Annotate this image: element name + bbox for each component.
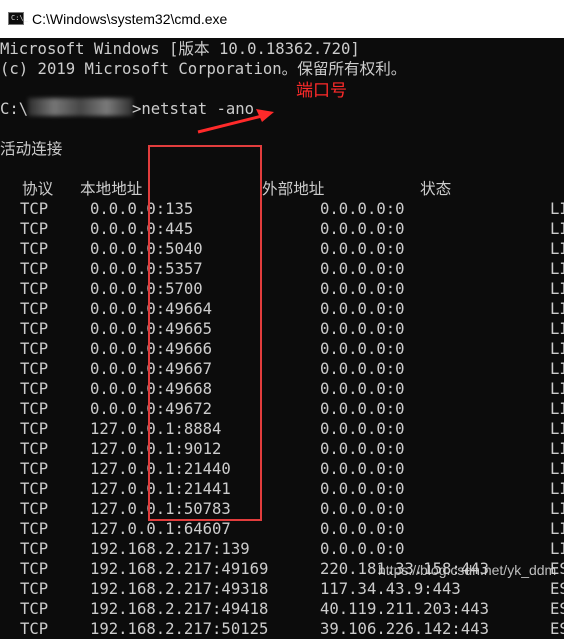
local-address-cell: 192.168.2.217:49169 <box>90 560 269 578</box>
proto-cell: TCP <box>20 480 49 498</box>
banner-line-1: Microsoft Windows [版本 10.0.18362.720] <box>0 40 360 58</box>
foreign-address-cell: 0.0.0.0:0 <box>320 260 405 278</box>
state-cell: LI <box>550 380 564 398</box>
proto-cell: TCP <box>20 240 49 258</box>
state-cell: LI <box>550 360 564 378</box>
header-local-address: 本地地址 <box>80 180 143 198</box>
proto-cell: TCP <box>20 460 49 478</box>
proto-cell: TCP <box>20 380 49 398</box>
foreign-address-cell: 0.0.0.0:0 <box>320 540 405 558</box>
state-cell: ES <box>550 580 564 598</box>
section-title: 活动连接 <box>0 140 63 158</box>
proto-cell: TCP <box>20 200 49 218</box>
foreign-address-cell: 0.0.0.0:0 <box>320 460 405 478</box>
foreign-address-cell: 0.0.0.0:0 <box>320 380 405 398</box>
header-proto: 协议 <box>22 180 54 198</box>
arrow-icon <box>197 109 274 134</box>
foreign-address-cell: 0.0.0.0:0 <box>320 480 405 498</box>
proto-cell: TCP <box>20 520 49 538</box>
foreign-address-cell: 0.0.0.0:0 <box>320 240 405 258</box>
local-address-cell: 127.0.0.1:64607 <box>90 520 231 538</box>
proto-cell: TCP <box>20 500 49 518</box>
state-cell: LI <box>550 500 564 518</box>
state-cell: LI <box>550 200 564 218</box>
state-cell: LI <box>550 320 564 338</box>
prompt-prefix: C:\ <box>0 100 29 118</box>
title-bar[interactable]: C:\_ C:\Windows\system32\cmd.exe <box>0 0 564 38</box>
state-cell: LI <box>550 460 564 478</box>
state-cell: LI <box>550 520 564 538</box>
redacted-path <box>28 98 133 116</box>
foreign-address-cell: 0.0.0.0:0 <box>320 360 405 378</box>
local-address-cell: 192.168.2.217:49418 <box>90 600 269 618</box>
proto-cell: TCP <box>20 340 49 358</box>
proto-cell: TCP <box>20 440 49 458</box>
port-annotation-label: 端口号 <box>296 81 347 101</box>
foreign-address-cell: 40.119.211.203:443 <box>320 600 489 618</box>
proto-cell: TCP <box>20 600 49 618</box>
state-cell: LI <box>550 220 564 238</box>
foreign-address-cell: 0.0.0.0:0 <box>320 300 405 318</box>
state-cell: LI <box>550 440 564 458</box>
proto-cell: TCP <box>20 360 49 378</box>
proto-cell: TCP <box>20 300 49 318</box>
proto-cell: TCP <box>20 220 49 238</box>
proto-cell: TCP <box>20 560 49 578</box>
foreign-address-cell: 0.0.0.0:0 <box>320 520 405 538</box>
foreign-address-cell: 0.0.0.0:0 <box>320 320 405 338</box>
watermark: https://blog.csdn.net/yk_ddm <box>378 562 557 578</box>
local-address-cell: 192.168.2.217:139 <box>90 540 250 558</box>
state-cell: LI <box>550 280 564 298</box>
state-cell: LI <box>550 340 564 358</box>
foreign-address-cell: 0.0.0.0:0 <box>320 220 405 238</box>
proto-cell: TCP <box>20 580 49 598</box>
console-output[interactable]: Microsoft Windows [版本 10.0.18362.720] (c… <box>0 38 564 638</box>
proto-cell: TCP <box>20 540 49 558</box>
foreign-address-cell: 0.0.0.0:0 <box>320 420 405 438</box>
state-cell: LI <box>550 480 564 498</box>
state-cell: LI <box>550 300 564 318</box>
header-foreign-address: 外部地址 <box>262 180 325 198</box>
port-highlight-box <box>148 145 262 521</box>
state-cell: LI <box>550 540 564 558</box>
state-cell: ES <box>550 600 564 618</box>
proto-cell: TCP <box>20 320 49 338</box>
state-cell: LI <box>550 240 564 258</box>
header-state: 状态 <box>420 180 452 198</box>
proto-cell: TCP <box>20 400 49 418</box>
proto-cell: TCP <box>20 620 49 638</box>
proto-cell: TCP <box>20 280 49 298</box>
state-cell: ES <box>550 620 564 638</box>
state-cell: LI <box>550 400 564 418</box>
state-cell: LI <box>550 420 564 438</box>
foreign-address-cell: 0.0.0.0:0 <box>320 340 405 358</box>
foreign-address-cell: 0.0.0.0:0 <box>320 200 405 218</box>
foreign-address-cell: 0.0.0.0:0 <box>320 500 405 518</box>
foreign-address-cell: 117.34.43.9:443 <box>320 580 461 598</box>
proto-cell: TCP <box>20 420 49 438</box>
cmd-icon: C:\_ <box>8 12 28 25</box>
window-title: C:\Windows\system32\cmd.exe <box>32 11 228 27</box>
local-address-cell: 192.168.2.217:50125 <box>90 620 269 638</box>
local-address-cell: 192.168.2.217:49318 <box>90 580 269 598</box>
foreign-address-cell: 0.0.0.0:0 <box>320 280 405 298</box>
foreign-address-cell: 0.0.0.0:0 <box>320 440 405 458</box>
foreign-address-cell: 0.0.0.0:0 <box>320 400 405 418</box>
state-cell: LI <box>550 260 564 278</box>
foreign-address-cell: 39.106.226.142:443 <box>320 620 489 638</box>
proto-cell: TCP <box>20 260 49 278</box>
